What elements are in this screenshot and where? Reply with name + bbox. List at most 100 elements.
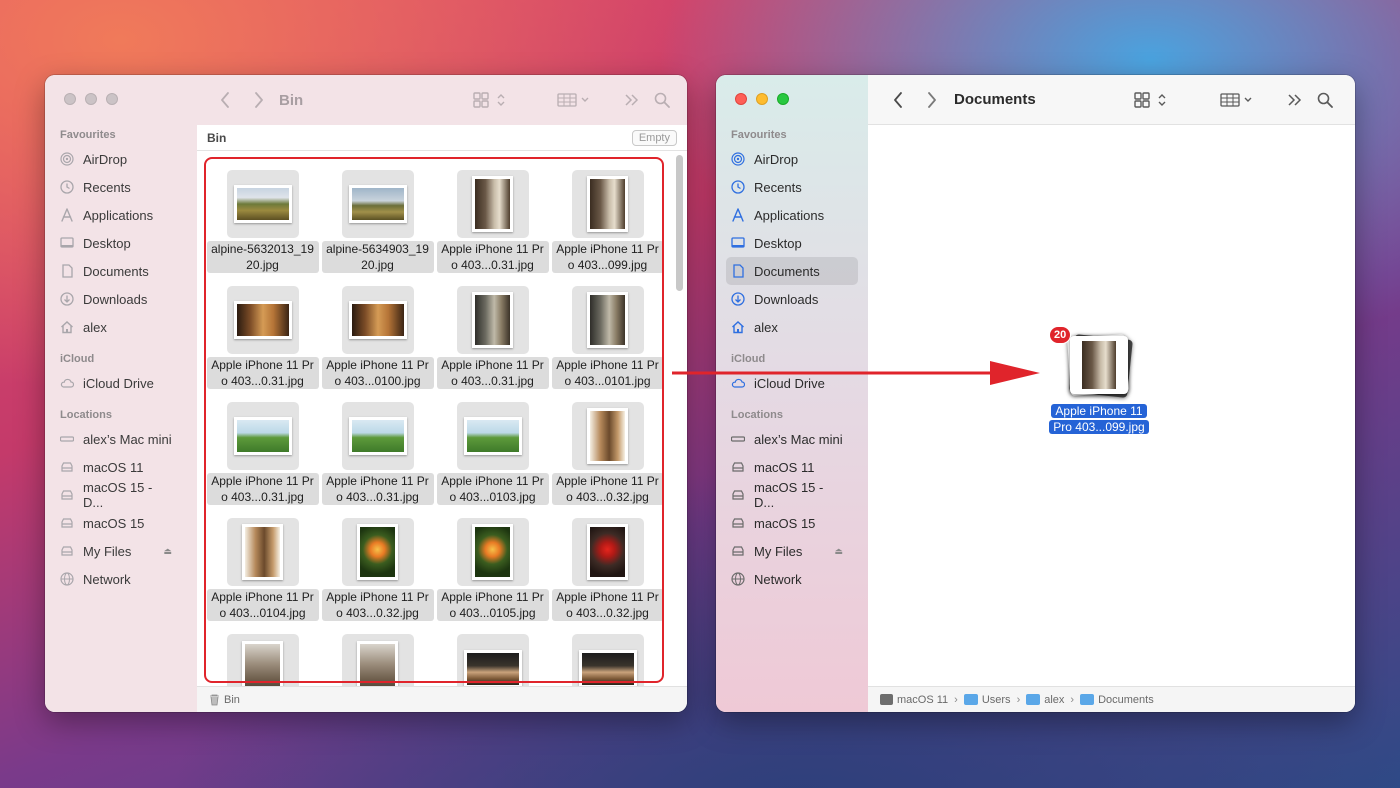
file-item[interactable]: Apple iPhone 11 Pro 403...099.jpg: [550, 157, 665, 273]
file-item[interactable]: Apple iPhone 11 Pro 403...0.31.jpg: [435, 273, 550, 389]
photo-image: [590, 179, 625, 229]
sidebar-item-recents[interactable]: Recents: [45, 173, 187, 201]
eject-icon[interactable]: ⏏: [834, 546, 843, 557]
sidebar-item-macos-15[interactable]: macOS 15: [716, 509, 858, 537]
vertical-scrollbar[interactable]: [675, 153, 683, 684]
file-name: Apple iPhone 11 Pro 403...099.jpg: [551, 241, 664, 273]
photo-frame: [242, 641, 283, 686]
view-mode-button[interactable]: [471, 89, 511, 111]
file-item[interactable]: [550, 621, 665, 686]
path-crumb[interactable]: alex: [1026, 694, 1064, 706]
file-item[interactable]: Apple iPhone 11 Pro 403...0103.jpg: [435, 389, 550, 505]
path-crumb[interactable]: Users: [963, 694, 1011, 706]
file-item[interactable]: [320, 621, 435, 686]
group-by-button[interactable]: [1218, 89, 1258, 111]
zoom-button[interactable]: [106, 93, 118, 105]
file-item[interactable]: alpine-5632013_1920.jpg: [205, 157, 320, 273]
minimize-button[interactable]: [756, 93, 768, 105]
path-crumb-label: macOS 11: [897, 693, 949, 706]
eject-icon[interactable]: ⏏: [163, 546, 172, 557]
file-item[interactable]: Apple iPhone 11 Pro 403...0.31.jpg: [205, 389, 320, 505]
sidebar-item-desktop[interactable]: Desktop: [716, 229, 858, 257]
photo-frame: [463, 650, 522, 686]
close-button[interactable]: [64, 93, 76, 105]
path-crumb[interactable]: Bin: [209, 694, 240, 706]
more-toolbar-button[interactable]: [1286, 91, 1304, 109]
sidebar-item-macos-15-d[interactable]: macOS 15 - D...: [45, 480, 187, 510]
sidebar-item-alex[interactable]: alex: [45, 313, 187, 341]
close-button[interactable]: [735, 93, 747, 105]
sidebar-item-macos-11[interactable]: macOS 11: [45, 453, 187, 481]
group-by-button[interactable]: [555, 89, 595, 111]
sidebar-item-my-files[interactable]: My Files ⏏: [716, 537, 858, 565]
more-toolbar-button[interactable]: [623, 91, 641, 109]
photo-image: [360, 644, 395, 686]
file-item[interactable]: [435, 621, 550, 686]
file-name: Apple iPhone 11 Pro 403...0104.jpg: [206, 589, 319, 621]
sidebar-item-applications[interactable]: Applications: [45, 201, 187, 229]
search-button[interactable]: [653, 91, 671, 109]
photo-image: [466, 653, 519, 685]
download-icon: [731, 292, 745, 306]
file-item[interactable]: Apple iPhone 11 Pro 403...0.31.jpg: [435, 157, 550, 273]
sidebar-item-icloud-drive[interactable]: iCloud Drive: [45, 369, 187, 397]
sidebar-item-network[interactable]: Network: [716, 565, 858, 593]
window-title: Bin: [279, 91, 304, 109]
sidebar-item-label: Network: [83, 571, 131, 587]
sidebar-item-network[interactable]: Network: [45, 565, 187, 593]
file-item[interactable]: [205, 621, 320, 686]
sidebar-item-airdrop[interactable]: AirDrop: [716, 145, 858, 173]
file-item[interactable]: Apple iPhone 11 Pro 403...0100.jpg: [320, 273, 435, 389]
file-item[interactable]: Apple iPhone 11 Pro 403...0.32.jpg: [550, 389, 665, 505]
documents-finder-window[interactable]: Favourites AirDrop Recents Applications Desk…: [716, 75, 1355, 712]
file-item[interactable]: Apple iPhone 11 Pro 403...0.32.jpg: [320, 505, 435, 621]
file-item[interactable]: Apple iPhone 11 Pro 403...0104.jpg: [205, 505, 320, 621]
file-item[interactable]: Apple iPhone 11 Pro 403...0.32.jpg: [550, 505, 665, 621]
photo-frame: [233, 185, 292, 223]
sidebar-item-alex-s-mac-mini[interactable]: alex’s Mac mini: [716, 425, 858, 453]
sidebar-item-downloads[interactable]: Downloads: [45, 285, 187, 313]
file-item[interactable]: alpine-5634903_1920.jpg: [320, 157, 435, 273]
file-item[interactable]: Apple iPhone 11 Pro 403...0101.jpg: [550, 273, 665, 389]
file-area[interactable]: alpine-5632013_1920.jpg alpine-5634903_19…: [197, 151, 687, 686]
minimize-button[interactable]: [85, 93, 97, 105]
path-crumb[interactable]: macOS 11: [880, 694, 948, 706]
photo-frame: [463, 417, 522, 455]
forward-button[interactable]: [922, 90, 942, 110]
bin-finder-window[interactable]: Favourites AirDrop Recents Applications Desk…: [45, 75, 687, 712]
sidebar-item-my-files[interactable]: My Files ⏏: [45, 537, 187, 565]
back-button[interactable]: [888, 90, 908, 110]
sidebar-item-label: Documents: [83, 263, 149, 279]
sidebar-item-desktop[interactable]: Desktop: [45, 229, 187, 257]
sidebar-item-alex-s-mac-mini[interactable]: alex’s Mac mini: [45, 425, 187, 453]
sidebar-item-documents[interactable]: Documents: [726, 257, 858, 285]
sidebar-item-macos-15-d[interactable]: macOS 15 - D...: [716, 480, 858, 510]
sidebar-item-documents[interactable]: Documents: [45, 257, 187, 285]
disk-icon: [731, 460, 745, 474]
search-button[interactable]: [1316, 91, 1334, 109]
disk-icon: [60, 460, 74, 474]
sidebar-item-macos-15[interactable]: macOS 15: [45, 509, 187, 537]
file-item[interactable]: Apple iPhone 11 Pro 403...0.31.jpg: [320, 389, 435, 505]
photo-frame: [472, 524, 513, 580]
view-mode-button[interactable]: [1132, 89, 1172, 111]
sidebar-item-downloads[interactable]: Downloads: [716, 285, 858, 313]
file-item[interactable]: Apple iPhone 11 Pro 403...0.31.jpg: [205, 273, 320, 389]
sidebar-item-recents[interactable]: Recents: [716, 173, 858, 201]
sidebar-item-macos-11[interactable]: macOS 11: [716, 453, 858, 481]
sidebar-section-favourites: Favourites: [60, 129, 116, 141]
sidebar-item-applications[interactable]: Applications: [716, 201, 858, 229]
empty-bin-button[interactable]: Empty: [631, 129, 677, 146]
scroll-thumb[interactable]: [676, 155, 683, 291]
forward-button[interactable]: [249, 90, 269, 110]
file-thumbnail: [456, 402, 529, 470]
file-name: Apple iPhone 11 Pro 403...0101.jpg: [551, 357, 664, 389]
sidebar-item-airdrop[interactable]: AirDrop: [45, 145, 187, 173]
file-item[interactable]: Apple iPhone 11 Pro 403...0105.jpg: [435, 505, 550, 621]
back-button[interactable]: [215, 90, 235, 110]
path-crumb[interactable]: Documents: [1080, 694, 1154, 706]
sidebar-item-alex[interactable]: alex: [716, 313, 858, 341]
zoom-button[interactable]: [777, 93, 789, 105]
folder-icon: [1026, 694, 1041, 705]
sidebar-item-label: AirDrop: [83, 151, 128, 167]
